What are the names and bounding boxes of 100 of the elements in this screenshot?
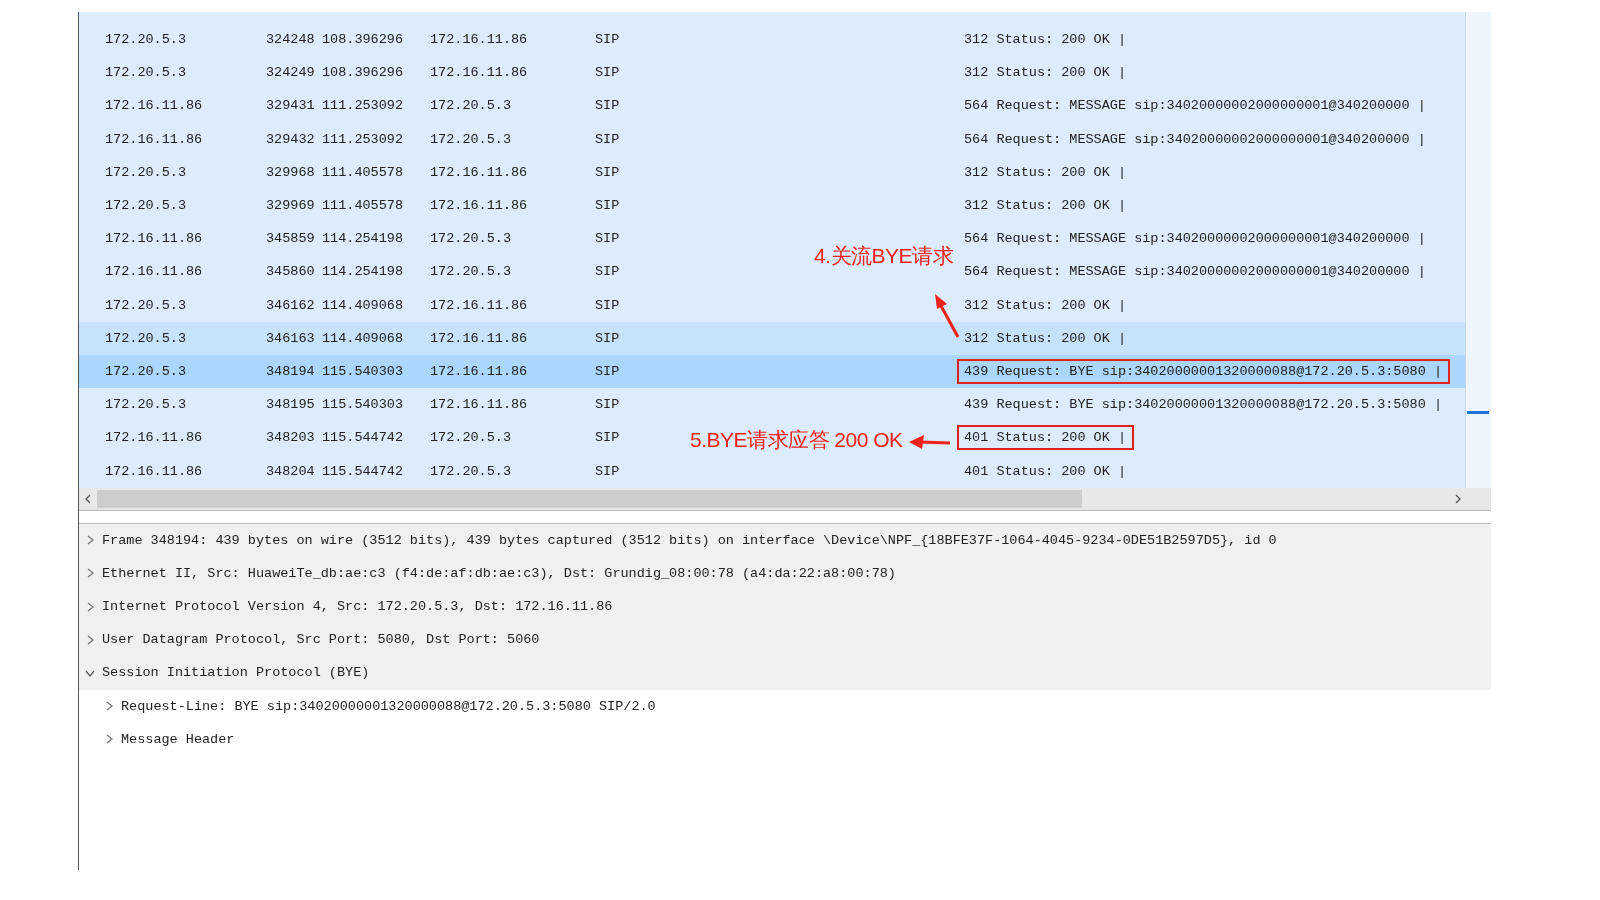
number-cell: 346162	[266, 297, 315, 313]
time-cell: 111.405578	[322, 198, 403, 214]
protocol-cell: SIP	[595, 463, 620, 479]
protocol-cell: SIP	[595, 397, 620, 413]
source-cell: 172.20.5.3	[105, 297, 186, 313]
source-cell: 172.16.11.86	[105, 131, 203, 147]
info-cell-text: 312 Status: 200 OK |	[963, 163, 1128, 182]
info-cell: 439 Request: BYE sip:34020000001320000088@172.20.5.3:5080 |	[964, 363, 1442, 379]
number-cell: 329431	[266, 98, 315, 114]
tree-item[interactable]: Ethernet II, Src: HuaweiTe_db:ae:c3 (f4:de:af:db:ae:c3), Dst: Grundig_08:00:78 (a4:da:22:a8:00:78)	[79, 556, 1491, 590]
protocol-cell: SIP	[595, 32, 620, 48]
number-cell: 329968	[266, 164, 315, 180]
number-cell: 324248	[266, 32, 315, 48]
tree-item[interactable]: Frame 348194: 439 bytes on wire (3512 bits), 439 bytes captured (3512 bits) on interface \Device\NPF_{18BFE37F-1064-4045-9234-0DE51B2597D5}, id 0	[79, 523, 1491, 557]
scrollbar-thumb[interactable]	[97, 489, 1082, 508]
protocol-cell: SIP	[595, 131, 620, 147]
vertical-scrollbar[interactable]	[1465, 12, 1491, 488]
source-cell: 172.16.11.86	[105, 463, 203, 479]
collapsed-chevron-icon[interactable]	[85, 534, 95, 547]
protocol-cell: SIP	[595, 430, 620, 446]
source-cell: 172.20.5.3	[105, 65, 186, 81]
source-cell: 172.16.11.86	[105, 98, 203, 114]
destination-cell: 172.20.5.3	[430, 430, 511, 446]
time-cell: 114.409068	[322, 330, 403, 346]
info-cell-text: 564 Request: MESSAGE sip:34020000002000000001@340200000 |	[963, 230, 1427, 249]
destination-cell: 172.16.11.86	[430, 198, 528, 214]
destination-cell: 172.16.11.86	[430, 297, 528, 313]
number-cell: 329432	[266, 131, 315, 147]
number-cell: 348204	[266, 463, 315, 479]
source-cell: 172.16.11.86	[105, 231, 203, 247]
number-cell: 345859	[266, 231, 315, 247]
protocol-cell: SIP	[595, 297, 620, 313]
annotation-text: 5.BYE请求应答 200 OK	[690, 427, 903, 453]
destination-cell: 172.16.11.86	[430, 164, 528, 180]
tree-item[interactable]: Internet Protocol Version 4, Src: 172.20.5.3, Dst: 172.16.11.86	[79, 590, 1491, 624]
info-cell: 401 Status: 200 OK |	[964, 430, 1127, 446]
time-cell: 111.405578	[322, 164, 403, 180]
arrow-icon	[908, 432, 952, 452]
time-cell: 115.540303	[322, 397, 403, 413]
time-cell: 115.540303	[322, 363, 403, 379]
source-cell: 172.16.11.86	[105, 264, 203, 280]
time-cell: 111.253092	[322, 98, 403, 114]
source-cell: 172.20.5.3	[105, 198, 186, 214]
time-cell: 108.396296	[322, 65, 403, 81]
time-cell: 114.409068	[322, 297, 403, 313]
time-cell: 114.254198	[322, 264, 403, 280]
info-cell-text: 312 Status: 200 OK |	[963, 296, 1128, 315]
source-cell: 172.20.5.3	[105, 363, 186, 379]
protocol-cell: SIP	[595, 264, 620, 280]
destination-cell: 172.20.5.3	[430, 264, 511, 280]
number-cell: 348194	[266, 363, 315, 379]
time-cell: 115.544742	[322, 430, 403, 446]
destination-cell: 172.16.11.86	[430, 363, 528, 379]
destination-cell: 172.20.5.3	[430, 98, 511, 114]
info-cell-text: 312 Status: 200 OK |	[963, 64, 1128, 83]
collapsed-chevron-icon[interactable]	[85, 567, 95, 580]
number-cell: 329969	[266, 198, 315, 214]
destination-cell: 172.16.11.86	[430, 65, 528, 81]
info-cell-text: 564 Request: MESSAGE sip:34020000002000000001@340200000 |	[963, 130, 1427, 149]
tree-item[interactable]: User Datagram Protocol, Src Port: 5080, Dst Port: 5060	[79, 623, 1491, 657]
packet-row[interactable]: 172.20.5.3 346163 114.409068 172.16.11.86 SIP 312 Status: 200 OK |	[79, 321, 1465, 355]
protocol-cell: SIP	[595, 98, 620, 114]
info-cell-text: 401 Status: 200 OK |	[963, 462, 1128, 481]
protocol-cell: SIP	[595, 231, 620, 247]
time-cell: 111.253092	[322, 131, 403, 147]
protocol-cell: SIP	[595, 164, 620, 180]
number-cell: 345860	[266, 264, 315, 280]
destination-cell: 172.16.11.86	[430, 330, 528, 346]
destination-cell: 172.20.5.3	[430, 231, 511, 247]
number-cell: 348203	[266, 430, 315, 446]
source-cell: 172.20.5.3	[105, 164, 186, 180]
info-cell-text: 439 Request: BYE sip:34020000001320000088@172.20.5.3:5080 |	[963, 396, 1443, 415]
source-cell: 172.16.11.86	[105, 430, 203, 446]
scroll-right-icon[interactable]	[1453, 492, 1463, 505]
collapsed-chevron-icon[interactable]	[85, 633, 95, 646]
packet-row[interactable]: 172.20.5.3 348194 115.540303 172.16.11.86 SIP 439 Request: BYE sip:34020000001320000088@172.20.5.3:5080 |	[79, 354, 1465, 389]
protocol-cell: SIP	[595, 65, 620, 81]
info-cell-text: 564 Request: MESSAGE sip:34020000002000000001@340200000 |	[963, 97, 1427, 116]
horizontal-scrollbar[interactable]	[79, 487, 1491, 511]
destination-cell: 172.16.11.86	[430, 32, 528, 48]
info-cell-text: 564 Request: MESSAGE sip:34020000002000000001@340200000 |	[963, 263, 1427, 282]
scroll-left-icon[interactable]	[83, 492, 93, 505]
number-cell: 324249	[266, 65, 315, 81]
destination-cell: 172.20.5.3	[430, 131, 511, 147]
collapsed-chevron-icon[interactable]	[104, 733, 114, 746]
protocol-cell: SIP	[595, 198, 620, 214]
scroll-marker-icon	[1467, 411, 1489, 414]
destination-cell: 172.20.5.3	[430, 463, 511, 479]
collapsed-chevron-icon[interactable]	[104, 700, 114, 713]
collapsed-chevron-icon[interactable]	[85, 600, 95, 613]
destination-cell: 172.16.11.86	[430, 397, 528, 413]
tree-item[interactable]: Session Initiation Protocol (BYE)	[79, 656, 1491, 690]
arrow-icon	[932, 292, 962, 340]
time-cell: 114.254198	[322, 231, 403, 247]
protocol-cell: SIP	[595, 363, 620, 379]
info-cell-text: 312 Status: 200 OK |	[963, 197, 1128, 216]
number-cell: 346163	[266, 330, 315, 346]
source-cell: 172.20.5.3	[105, 32, 186, 48]
info-cell-text: 312 Status: 200 OK |	[963, 329, 1128, 348]
info-cell-text: 312 Status: 200 OK |	[963, 31, 1128, 50]
